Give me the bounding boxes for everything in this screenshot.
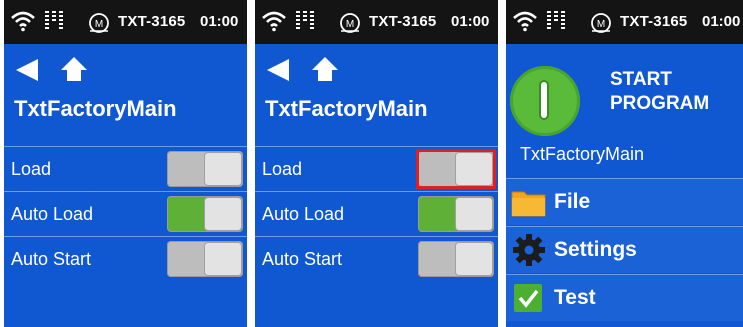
start-program-button[interactable]	[510, 66, 580, 136]
content-area: TxtFactoryMain Load Auto Load Auto Start	[4, 44, 247, 327]
settings-screen-2: M TXT-3165 01:00 TxtFactoryMain Load Aut…	[255, 0, 498, 327]
auto-load-toggle[interactable]	[418, 196, 494, 232]
io-status-icon	[296, 11, 314, 29]
setting-row-auto-load: Auto Load	[4, 191, 247, 236]
wifi-icon	[262, 11, 286, 32]
home-icon[interactable]	[311, 56, 339, 82]
setting-label: Auto Load	[11, 204, 94, 224]
content-area: START PROGRAM TxtFactoryMain File Settin…	[506, 44, 743, 327]
wifi-icon	[11, 11, 35, 32]
nav-row	[14, 54, 104, 84]
home-icon[interactable]	[60, 56, 88, 82]
settings-screen-1: M TXT-3165 01:00 TxtFactoryMain Load Aut…	[4, 0, 247, 327]
motor-icon: M	[89, 13, 109, 33]
menu-item-label: File	[554, 190, 591, 213]
setting-label: Auto Start	[11, 249, 92, 269]
toggle-knob	[456, 243, 492, 275]
menu-item-settings[interactable]: Settings	[506, 226, 743, 273]
io-status-icon	[45, 11, 63, 29]
setting-row-load: Load	[4, 146, 247, 191]
setting-row-auto-start: Auto Start	[4, 236, 247, 281]
back-arrow-icon[interactable]	[14, 58, 40, 82]
start-label-line2: PROGRAM	[610, 93, 710, 114]
svg-text:M: M	[95, 19, 103, 30]
device-name: TXT-3165	[620, 13, 688, 30]
main-menu-screen: M TXT-3165 01:00 START PROGRAM TxtFactor…	[506, 0, 743, 327]
svg-text:M: M	[597, 19, 605, 30]
page-title: TxtFactoryMain	[14, 96, 177, 121]
folder-icon	[511, 191, 546, 217]
setting-row-auto-load: Auto Load	[255, 191, 498, 236]
menu-item-label: Settings	[554, 238, 637, 261]
status-bar: M TXT-3165 01:00	[255, 0, 498, 44]
toggle-knob	[456, 198, 492, 230]
menu-item-test[interactable]: Test	[506, 274, 743, 321]
load-toggle[interactable]	[167, 151, 243, 187]
menu-item-file[interactable]: File	[506, 178, 743, 225]
setting-row-load: Load	[255, 146, 498, 191]
auto-load-toggle[interactable]	[167, 196, 243, 232]
setting-label: Auto Load	[262, 204, 345, 224]
io-status-icon	[547, 11, 565, 29]
toggle-knob	[205, 198, 241, 230]
clock: 01:00	[200, 13, 239, 30]
device-name: TXT-3165	[118, 13, 186, 30]
back-arrow-icon[interactable]	[265, 58, 291, 82]
start-program-label: START PROGRAM	[610, 68, 709, 116]
clock: 01:00	[451, 13, 490, 30]
setting-label: Auto Start	[262, 249, 343, 269]
program-name: TxtFactoryMain	[520, 144, 645, 164]
svg-text:M: M	[346, 19, 354, 30]
motor-icon: M	[340, 13, 360, 33]
start-icon	[539, 80, 549, 120]
device-name: TXT-3165	[369, 13, 437, 30]
clock: 01:00	[702, 13, 741, 30]
content-area: TxtFactoryMain Load Auto Load Auto Start	[255, 44, 498, 327]
setting-row-auto-start: Auto Start	[255, 236, 498, 281]
auto-start-toggle[interactable]	[418, 241, 494, 277]
gear-icon	[513, 234, 545, 266]
page-title: TxtFactoryMain	[265, 96, 428, 121]
setting-label: Load	[11, 159, 52, 179]
status-bar: M TXT-3165 01:00	[4, 0, 247, 44]
auto-start-toggle[interactable]	[167, 241, 243, 277]
motor-icon: M	[591, 13, 611, 33]
nav-row	[265, 54, 355, 84]
status-bar: M TXT-3165 01:00	[506, 0, 743, 44]
setting-label: Load	[262, 159, 303, 179]
wifi-icon	[513, 11, 537, 32]
start-label-line1: START	[610, 69, 672, 90]
highlight-box	[416, 149, 496, 189]
toggle-knob	[205, 153, 241, 185]
menu-item-label: Test	[554, 286, 596, 309]
checkmark-icon	[514, 284, 542, 312]
toggle-knob	[205, 243, 241, 275]
